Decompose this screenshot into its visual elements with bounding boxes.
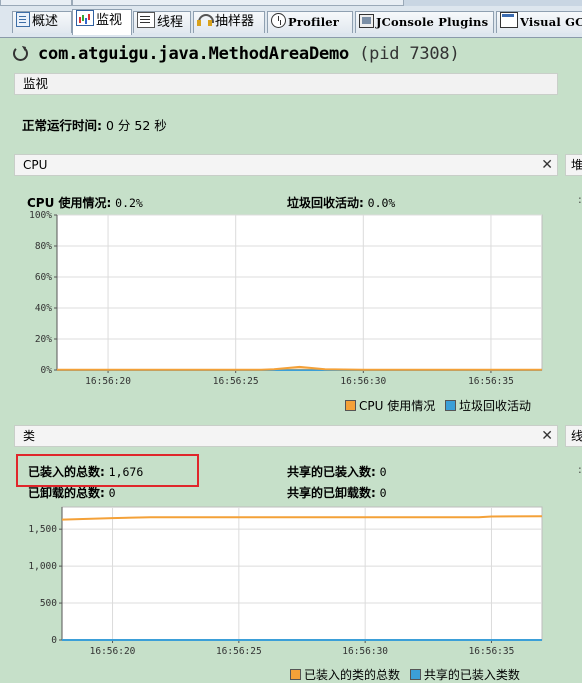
loaded-legend-swatch: [290, 669, 301, 680]
classes-chart: 0 500 1,000 1,500 16:56:20 16:56:25 16:56:30 16…: [28, 506, 543, 657]
x-tick-label: 16:56:25: [216, 646, 262, 657]
loaded-legend-label: 已装入的类的总数: [304, 668, 401, 682]
plot-area: [61, 506, 543, 641]
x-tick-label: 16:56:20: [90, 646, 136, 657]
x-tick-label: 16:56:35: [469, 646, 515, 657]
y-tick-label: 500: [40, 598, 57, 609]
y-tick-label: 0: [51, 635, 57, 646]
shared-legend-label: 共享的已装入类数: [423, 668, 520, 682]
shared-legend-swatch: [409, 669, 421, 680]
x-tick-label: 16:56:30: [342, 646, 388, 657]
classes-legend: 已装入的类的总数 共享的已装入类数: [290, 666, 520, 683]
y-tick-label: 1,000: [28, 561, 57, 572]
y-tick-label: 1,500: [28, 524, 57, 535]
